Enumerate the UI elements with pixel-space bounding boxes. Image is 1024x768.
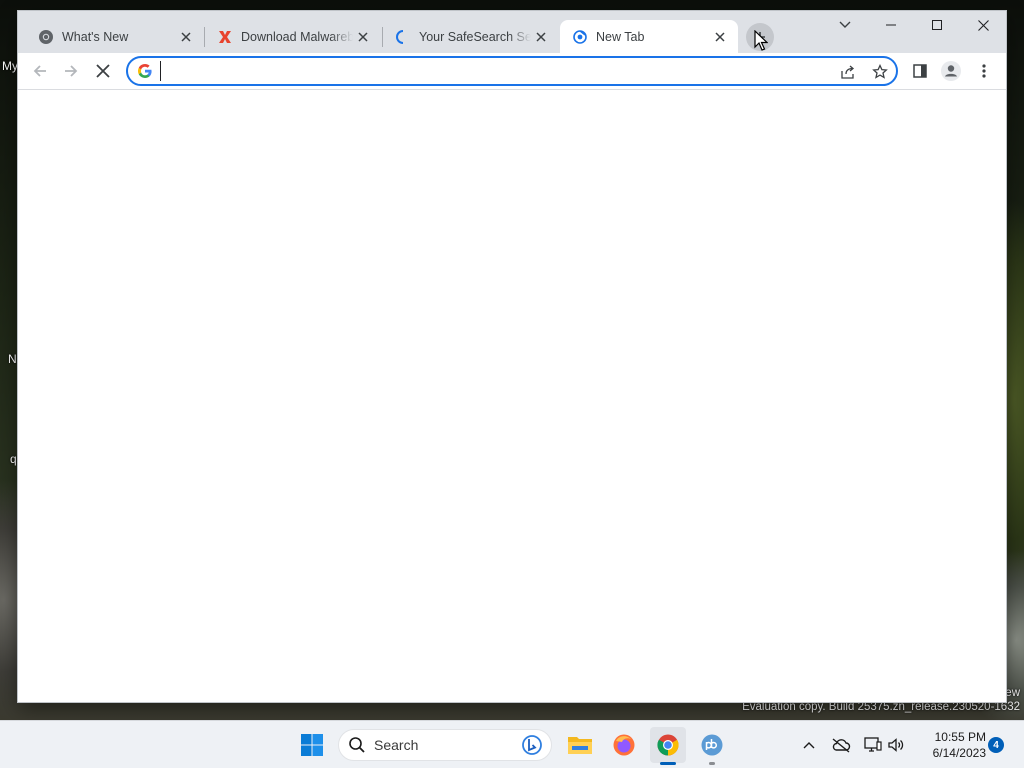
search-label: Search [374,737,419,753]
close-icon[interactable] [531,27,551,47]
arrow-right-icon [65,65,78,77]
tab-strip: What's New Download Malwarebytes [18,11,1006,53]
close-icon[interactable] [710,27,730,47]
tab-new-tab[interactable]: New Tab [560,20,738,53]
side-panel-icon [913,64,927,78]
close-icon[interactable] [353,27,373,47]
tab-safesearch-settings[interactable]: Your SafeSearch Settings [383,20,559,53]
chevron-down-icon [839,21,851,28]
star-icon [872,64,888,79]
start-button[interactable] [294,727,330,763]
clock-date: 6/14/2023 [932,746,986,760]
share-icon [841,65,855,79]
chrome-window: What's New Download Malwarebytes [18,11,1006,702]
minimize-icon [886,24,896,26]
network-icon [864,737,882,752]
taskbar-clock[interactable]: 10:55 PM 6/14/2023 [912,729,986,761]
chrome-icon [657,734,679,756]
back-button[interactable] [26,57,54,85]
address-bar[interactable] [126,56,898,86]
close-icon[interactable] [176,27,196,47]
search-icon [349,737,365,753]
notification-badge[interactable]: 4 [988,737,1004,753]
cloud-offline-icon [832,738,851,753]
file-explorer-icon [568,737,592,754]
windows-start-icon [301,734,323,756]
firefox-icon [613,734,635,756]
onedrive-button[interactable] [829,733,853,757]
watermark-fragment: ew [1005,687,1020,699]
tab-title: What's New [62,29,129,44]
volume-button[interactable] [884,733,908,757]
tab-title: Download Malwarebytes [241,29,353,44]
tab-title: Your SafeSearch Settings [419,29,531,44]
loading-spinner-icon [395,29,411,45]
chrome-taskbar-button[interactable] [650,727,686,765]
page-content [18,90,1006,702]
avatar-icon [941,61,961,81]
clock-time: 10:55 PM [934,730,986,744]
maximize-button[interactable] [914,11,960,39]
tab-search-button[interactable] [822,11,868,39]
close-icon [977,19,989,31]
show-hidden-icons-button[interactable] [797,733,821,757]
bookmark-button[interactable] [868,60,892,84]
address-input[interactable] [160,61,820,81]
desktop-icon-label[interactable]: q [10,452,17,466]
tab-title: New Tab [596,29,645,44]
tab-whats-new[interactable]: What's New [26,20,204,53]
chevron-up-icon [803,742,815,749]
stop-loading-button[interactable] [89,57,117,85]
running-indicator [709,762,715,765]
chrome-icon [38,29,54,45]
bing-chat-icon[interactable] [521,734,543,756]
tab-download-malwarebytes[interactable]: Download Malwarebytes [205,20,381,53]
side-panel-button[interactable] [906,57,934,85]
close-window-button[interactable] [960,11,1006,39]
chrome-newtab-icon [572,29,588,45]
running-indicator [660,762,676,765]
mouse-cursor-icon [754,30,768,51]
maximize-icon [932,20,942,30]
qbittorrent-icon [701,734,723,756]
desktop-icon-label[interactable]: N [8,352,17,366]
evaluation-watermark: Evaluation copy. Build 25375.zn_release.… [742,701,1020,713]
browser-toolbar [18,53,1006,90]
network-button[interactable] [861,733,885,757]
desktop-icon-label[interactable]: My [2,59,18,73]
malwarebytes-icon [217,29,233,45]
forward-button[interactable] [57,57,85,85]
qbittorrent-button[interactable] [694,727,730,765]
menu-button[interactable] [970,57,998,85]
speaker-icon [888,738,904,752]
stop-icon [96,64,110,78]
profile-button[interactable] [937,57,965,85]
kebab-menu-icon [982,64,986,78]
firefox-button[interactable] [606,727,642,763]
minimize-button[interactable] [868,11,914,39]
taskbar-search[interactable]: Search [338,729,552,761]
file-explorer-button[interactable] [562,727,598,763]
arrow-left-icon [33,65,46,77]
google-g-icon [137,63,153,79]
taskbar: Search 10:55 PM 6/14/2023 4 [0,720,1024,768]
share-button[interactable] [836,60,860,84]
